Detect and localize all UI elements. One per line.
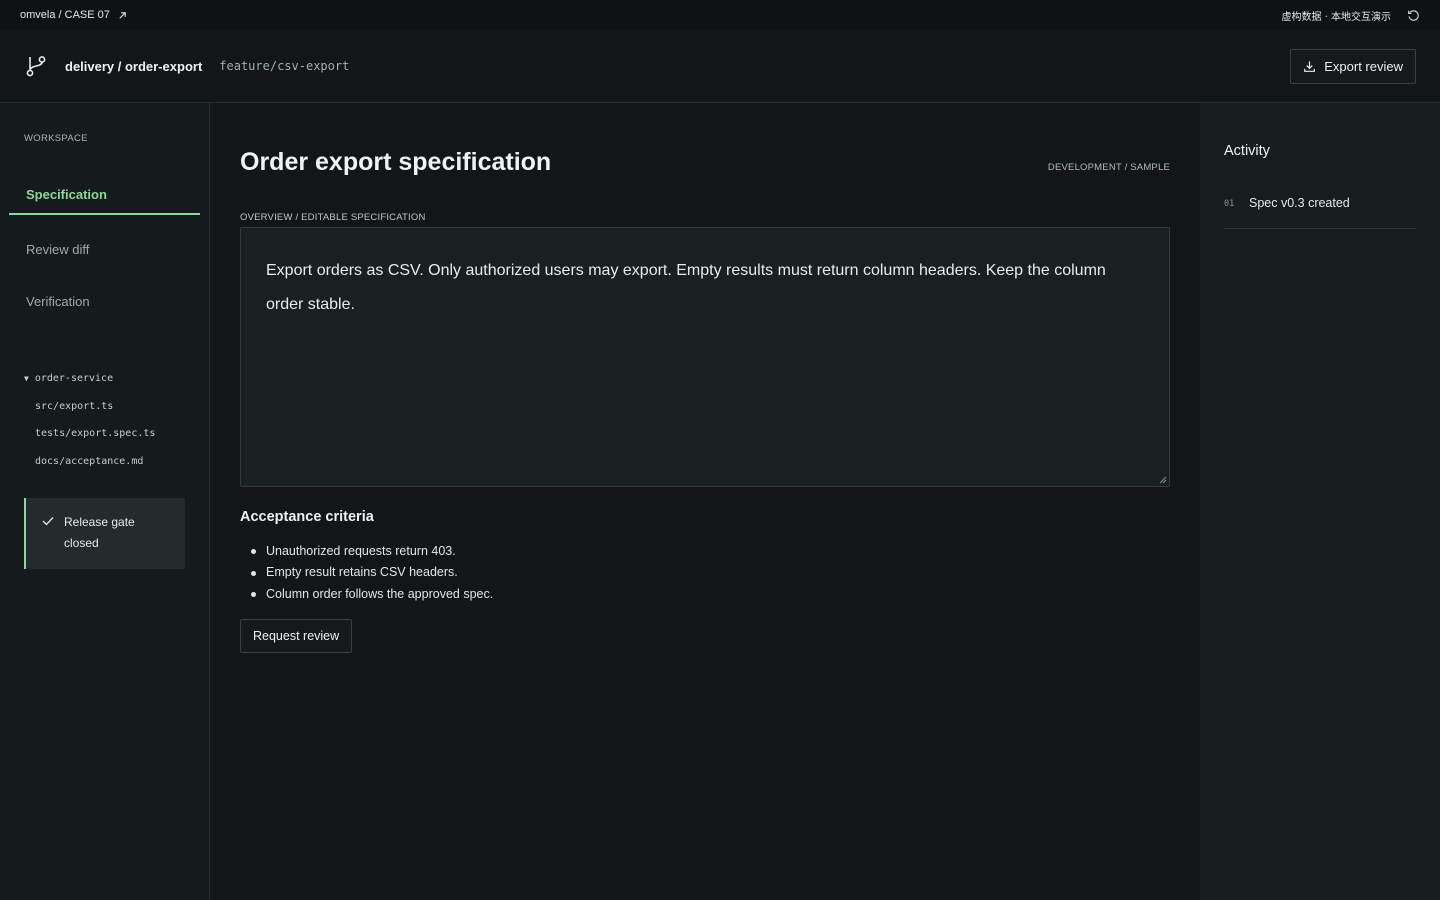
activity-text: Spec v0.3 created [1249,196,1350,210]
tree-file[interactable]: docs/acceptance.md [24,448,155,476]
spec-text: Export orders as CSV. Only authorized us… [266,262,1106,313]
tree-folder-order-service[interactable]: ▼ order-service [24,365,155,393]
spec-editor[interactable]: Export orders as CSV. Only authorized us… [240,227,1170,487]
tree-file-label: docs/acceptance.md [35,455,144,467]
top-strip: omvela / CASE 07 虚构数据 · 本地交互演示 [0,0,1440,30]
request-review-label: Request review [253,629,340,643]
tree-folder-label: order-service [34,373,114,385]
app-header: delivery / order-export feature/csv-expo… [0,30,1440,103]
list-item: Empty result retains CSV headers. [240,562,493,584]
list-item: Unauthorized requests return 403. [240,540,493,562]
reset-icon[interactable] [1407,9,1420,22]
section-label: OVERVIEW / EDITABLE SPECIFICATION [240,212,426,223]
acceptance-criteria-title: Acceptance criteria [240,509,374,525]
file-tree: ▼ order-service src/export.ts tests/expo… [24,365,155,475]
demo-notice: 虚构数据 · 本地交互演示 [1281,11,1391,23]
nav-verification[interactable]: Verification [9,281,200,321]
nav-specification[interactable]: Specification [9,175,200,215]
nav-label: Verification [26,293,90,309]
nav-label: Specification [26,186,107,202]
activity-panel: Activity 01 Spec v0.3 created [1200,103,1440,900]
external-link-icon [119,11,126,19]
activity-number: 01 [1224,199,1235,209]
download-icon [1304,61,1316,72]
case-crumb: omvela / CASE 07 [20,9,110,21]
git-branch-icon [26,56,46,77]
tree-file-label: tests/export.spec.ts [35,428,156,440]
workspace-label: WORKSPACE [24,133,88,144]
acceptance-criteria-list: Unauthorized requests return 403. Empty … [240,540,493,605]
tree-file[interactable]: tests/export.spec.ts [24,420,155,448]
tree-file-label: src/export.ts [35,400,114,412]
export-review-label: Export review [1324,59,1403,74]
request-review-button[interactable]: Request review [240,619,353,653]
activity-item: 01 Spec v0.3 created [1224,185,1416,229]
list-item: Column order follows the approved spec. [240,583,493,605]
main-content: Order export specification DEVELOPMENT /… [210,103,1200,900]
branch-name: feature/csv-export [219,59,350,73]
repo-name: delivery / order-export [65,58,203,74]
activity-title: Activity [1224,143,1270,159]
tree-file[interactable]: src/export.ts [24,393,155,421]
release-gate-status: Release gate closed [24,498,185,569]
nav-review-diff[interactable]: Review diff [9,229,200,269]
sidebar: WORKSPACE Specification Review diff Veri… [0,103,210,900]
environment-label: DEVELOPMENT / SAMPLE [1047,162,1170,173]
resize-handle-icon[interactable] [1159,476,1167,484]
export-review-button[interactable]: Export review [1290,49,1416,84]
release-gate-label: Release gate closed [64,515,135,550]
check-icon [42,517,54,526]
page-title: Order export specification [240,148,552,176]
case-link[interactable]: omvela / CASE 07 [20,9,127,21]
caret-down-icon: ▼ [24,374,29,384]
nav-label: Review diff [26,241,90,257]
